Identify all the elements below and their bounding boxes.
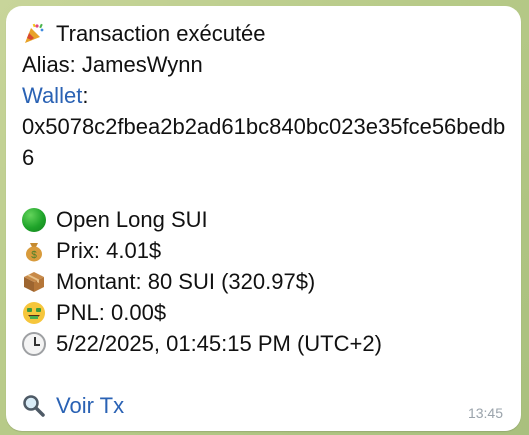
amount-text: Montant: 80 SUI (320.97$) — [56, 269, 316, 294]
view-tx-line: Voir Tx — [22, 390, 507, 421]
clock-icon — [22, 331, 46, 356]
position-text: Open Long SUI — [56, 207, 208, 232]
message-timestamp: 13:45 — [467, 405, 503, 421]
alias-text: Alias: JamesWynn — [22, 52, 203, 77]
pnl-line: PNL: 0.00$ — [22, 297, 507, 328]
wallet-link[interactable]: Wallet — [22, 80, 82, 111]
message-bubble: Transaction exécutée Alias: JamesWynn Wa… — [6, 6, 521, 431]
amount-line: Montant: 80 SUI (320.97$) — [22, 266, 507, 297]
position-line: Open Long SUI — [22, 204, 507, 235]
svg-text:$: $ — [31, 250, 37, 261]
datetime-line: 5/22/2025, 01:45:15 PM (UTC+2) — [22, 328, 507, 359]
party-popper-icon — [22, 22, 46, 46]
wallet-line: Wallet: — [22, 80, 507, 111]
wallet-colon: : — [82, 83, 89, 108]
price-text: Prix: 4.01$ — [56, 238, 162, 263]
package-icon — [22, 270, 46, 294]
view-tx-link[interactable]: Voir Tx — [56, 390, 124, 421]
magnifying-glass-icon — [22, 394, 46, 418]
money-bag-icon: $ — [22, 239, 46, 263]
price-line: $ Prix: 4.01$ — [22, 235, 507, 266]
datetime-text: 5/22/2025, 01:45:15 PM (UTC+2) — [56, 331, 382, 356]
money-mouth-face-icon — [22, 301, 46, 325]
wallet-address: 0x5078c2fbea2b2ad61bc840bc023e35fce56bed… — [22, 114, 506, 170]
title-line: Transaction exécutée — [22, 18, 507, 49]
message-title: Transaction exécutée — [56, 21, 266, 46]
alias-line: Alias: JamesWynn — [22, 49, 507, 80]
green-circle-icon — [22, 207, 46, 232]
pnl-text: PNL: 0.00$ — [56, 300, 167, 325]
